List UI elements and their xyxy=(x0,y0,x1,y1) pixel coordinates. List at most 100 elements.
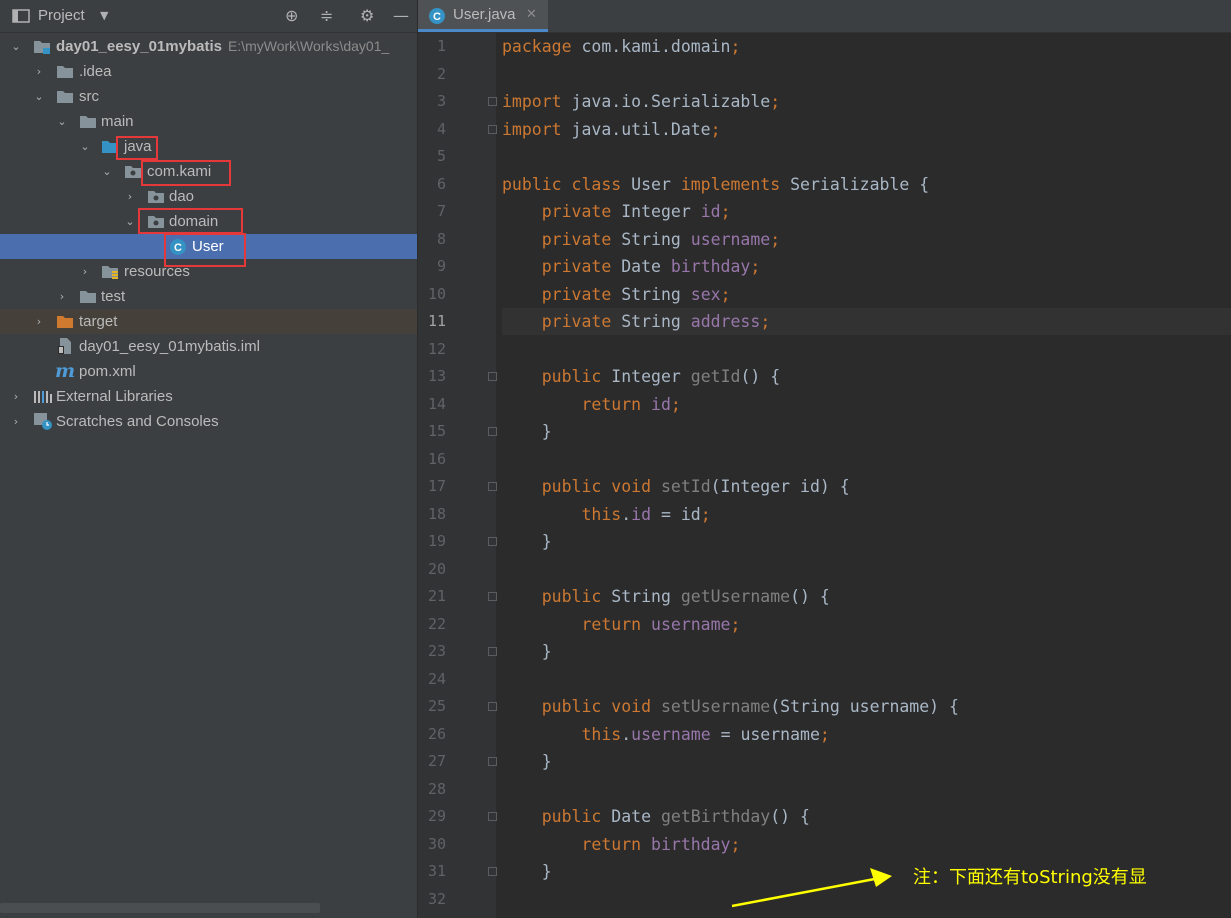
tree-item-iml[interactable]: day01_eesy_01mybatis.iml xyxy=(0,334,417,359)
chevron-right-icon[interactable]: › xyxy=(33,309,45,334)
code-token: } xyxy=(502,642,552,661)
svg-text:C: C xyxy=(433,11,441,23)
close-icon[interactable]: ✕ xyxy=(526,0,537,30)
code-line[interactable]: public void setUsername(String username)… xyxy=(502,693,959,720)
code-line[interactable]: this.username = username; xyxy=(502,721,829,748)
editor-tab-bar: C User.java ✕ xyxy=(418,0,1231,33)
chevron-down-icon[interactable]: ▼ xyxy=(100,0,108,32)
chevron-right-icon[interactable]: › xyxy=(56,284,68,309)
tree-item-main[interactable]: ⌄ main xyxy=(0,109,417,134)
code-line[interactable]: } xyxy=(502,528,552,555)
code-line[interactable]: import java.util.Date; xyxy=(502,116,721,143)
collapse-all-icon[interactable]: ≑ xyxy=(320,0,333,32)
fold-marker-icon[interactable] xyxy=(488,427,497,436)
fold-marker-icon[interactable] xyxy=(488,97,497,106)
code-line[interactable]: private Date birthday; xyxy=(502,253,761,280)
fold-marker-icon[interactable] xyxy=(488,867,497,876)
tree-item-label: day01_eesy_01mybatis xyxy=(56,38,222,55)
fold-marker-icon[interactable] xyxy=(488,537,497,546)
tree-item-external-libraries[interactable]: › External Libraries xyxy=(0,384,417,409)
iml-file-icon xyxy=(56,337,74,354)
project-view-icon[interactable] xyxy=(12,0,30,34)
chevron-right-icon[interactable]: › xyxy=(10,384,22,409)
tab-user-java[interactable]: C User.java ✕ xyxy=(418,0,548,32)
tree-item-label: main xyxy=(101,113,134,130)
line-number: 18 xyxy=(427,504,446,523)
code-token: username xyxy=(651,614,731,634)
code-line[interactable]: private String username; xyxy=(502,226,780,253)
tree-item-label: .idea xyxy=(79,63,112,80)
fold-marker-icon[interactable] xyxy=(488,124,497,134)
chevron-right-icon[interactable]: › xyxy=(124,184,136,209)
code-token: ; xyxy=(730,834,741,854)
fold-marker-icon[interactable] xyxy=(488,702,497,711)
chevron-down-icon[interactable]: ⌄ xyxy=(33,84,45,109)
code-token: setId xyxy=(660,477,711,496)
chevron-down-icon[interactable]: ⌄ xyxy=(10,34,22,59)
module-folder-icon xyxy=(33,39,51,54)
project-tool-window: Project ▼ ⊕ ≑ ⚙ — ⌄ day01_eesy_01mybatis… xyxy=(0,0,417,918)
tree-item-idea[interactable]: › .idea xyxy=(0,59,417,84)
code-token: (Integer id) { xyxy=(710,477,850,496)
line-number: 17 xyxy=(427,477,446,495)
code-token: public void xyxy=(502,697,661,716)
code-token: ; xyxy=(730,37,741,56)
code-line[interactable]: } xyxy=(502,418,552,445)
chevron-right-icon[interactable]: › xyxy=(10,409,22,434)
tree-item-dao[interactable]: › dao xyxy=(0,184,417,209)
chevron-right-icon[interactable]: › xyxy=(33,59,45,84)
tree-item-src[interactable]: ⌄ src xyxy=(0,84,417,109)
tree-item-label: External Libraries xyxy=(56,388,173,405)
line-number: 15 xyxy=(427,422,446,440)
code-line[interactable]: return birthday; xyxy=(502,831,740,858)
fold-marker-icon[interactable] xyxy=(488,372,497,381)
code-line[interactable]: return id; xyxy=(502,391,680,418)
code-line[interactable]: public class User implements Serializabl… xyxy=(502,171,929,198)
code-line[interactable]: public Date getBirthday() { xyxy=(502,803,810,830)
fold-marker-icon[interactable] xyxy=(488,757,497,766)
tree-item-test[interactable]: › test xyxy=(0,284,417,309)
code-line[interactable]: public Integer getId() { xyxy=(502,363,780,390)
code-line[interactable]: } xyxy=(502,748,552,775)
code-line[interactable]: public void setId(Integer id) { xyxy=(502,473,850,500)
code-line[interactable]: import java.io.Serializable; xyxy=(502,88,780,115)
chevron-right-icon[interactable]: › xyxy=(79,259,91,284)
fold-marker-icon[interactable] xyxy=(488,812,497,821)
code-token: sex xyxy=(690,284,721,304)
fold-marker-icon[interactable] xyxy=(488,482,497,491)
code-line[interactable]: this.id = id; xyxy=(502,501,710,528)
tree-item-pom[interactable]: m pom.xml xyxy=(0,359,417,384)
code-token: Date xyxy=(621,257,671,276)
line-number: 19 xyxy=(427,532,446,550)
fold-marker-icon[interactable] xyxy=(488,592,497,601)
tree-item-project-root[interactable]: ⌄ day01_eesy_01mybatis E:\myWork\Works\da… xyxy=(0,34,417,59)
chevron-down-icon[interactable]: ⌄ xyxy=(79,134,91,159)
project-panel-title[interactable]: Project xyxy=(38,0,85,32)
code-line[interactable]: private Integer id; xyxy=(502,198,731,225)
chevron-down-icon[interactable]: ⌄ xyxy=(101,159,113,184)
code-line[interactable]: return username; xyxy=(502,611,740,638)
chevron-down-icon[interactable]: ⌄ xyxy=(124,209,136,234)
code-token: public xyxy=(502,807,612,826)
line-number: 32 xyxy=(427,889,446,908)
line-number: 4 xyxy=(436,119,446,138)
line-number: 24 xyxy=(427,669,446,688)
tree-item-target[interactable]: › target xyxy=(0,309,417,334)
horizontal-scrollbar[interactable] xyxy=(0,903,320,913)
code-token: ; xyxy=(730,614,741,634)
code-line[interactable]: package com.kami.domain; xyxy=(502,33,740,60)
minimize-icon[interactable]: — xyxy=(393,0,409,32)
code-line[interactable]: private String sex; xyxy=(502,281,731,308)
project-path: E:\myWork\Works\day01_ xyxy=(227,38,390,54)
locate-icon[interactable]: ⊕ xyxy=(285,0,298,32)
code-line[interactable]: } xyxy=(502,638,552,665)
chevron-down-icon[interactable]: ⌄ xyxy=(56,109,68,134)
tree-item-java[interactable]: ⌄ java xyxy=(0,134,417,159)
line-number: 8 xyxy=(436,229,446,248)
code-line[interactable]: } xyxy=(502,858,552,885)
fold-marker-icon[interactable] xyxy=(488,647,497,656)
gear-icon[interactable]: ⚙ xyxy=(360,0,374,32)
tree-item-scratches[interactable]: › Scratches and Consoles xyxy=(0,409,417,434)
code-line[interactable]: public String getUsername() { xyxy=(502,583,830,610)
code-line[interactable]: private String address; xyxy=(502,308,771,335)
